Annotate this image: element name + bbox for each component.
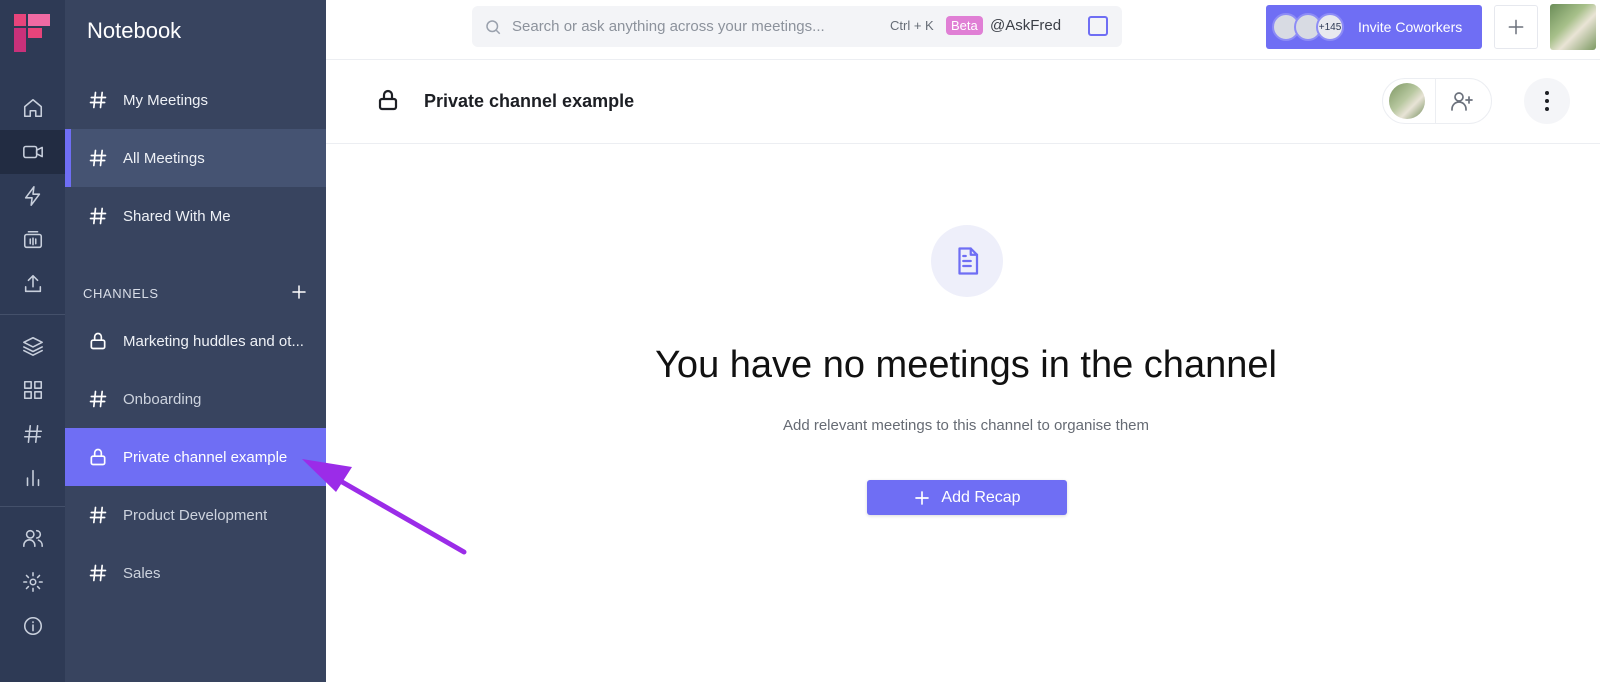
sidebar-item-label: All Meetings: [123, 149, 205, 167]
apps-grid-icon[interactable]: [0, 368, 65, 412]
hash-icon[interactable]: [0, 412, 65, 456]
channel-item-sales[interactable]: Sales: [65, 544, 326, 602]
hash-icon: [87, 388, 109, 410]
hash-icon: [87, 147, 109, 169]
video-icon[interactable]: [0, 130, 65, 174]
add-plus-button[interactable]: [1494, 5, 1538, 49]
coworker-avatar-stack: +145: [1272, 13, 1344, 41]
invite-coworkers-label: Invite Coworkers: [1358, 19, 1463, 35]
channel-item-label: Sales: [123, 564, 161, 582]
sidebar-item-label: My Meetings: [123, 91, 209, 109]
lightning-icon[interactable]: [0, 174, 65, 218]
channel-item-label: Product Development: [123, 506, 268, 524]
vertical-dots-icon: [1545, 89, 1549, 113]
fireflies-logo[interactable]: [14, 14, 50, 52]
search-input[interactable]: [512, 18, 872, 35]
add-member-icon[interactable]: [1450, 89, 1474, 113]
channel-item-label: Onboarding: [123, 390, 202, 408]
more-options-button[interactable]: [1524, 78, 1570, 124]
app-window: Notebook My Meetings All Meetings Shared…: [0, 0, 1600, 682]
channel-sidebar: Notebook My Meetings All Meetings Shared…: [65, 0, 326, 682]
add-channel-plus-icon[interactable]: [290, 283, 308, 304]
rail-divider: [0, 314, 65, 315]
icon-rail: [0, 0, 65, 682]
empty-state-subtitle: Add relevant meetings to this channel to…: [782, 417, 1150, 434]
more-coworkers-count: +145: [1316, 13, 1344, 41]
channel-header: Private channel example: [326, 60, 1600, 144]
member-avatar[interactable]: [1389, 83, 1425, 119]
invite-coworkers-button[interactable]: +145 Invite Coworkers: [1266, 5, 1482, 49]
hash-icon: [87, 562, 109, 584]
empty-state-title: You have no meetings in the channel: [655, 344, 1277, 386]
lock-icon: [87, 330, 109, 352]
hash-icon: [87, 504, 109, 526]
search-icon: [484, 18, 502, 36]
channels-header-label: CHANNELS: [83, 286, 159, 301]
lock-icon: [376, 88, 400, 112]
divider: [1435, 78, 1436, 124]
settings-icon[interactable]: [0, 560, 65, 604]
info-icon[interactable]: [0, 604, 65, 648]
add-recap-label: Add Recap: [941, 488, 1021, 506]
user-profile-avatar[interactable]: [1550, 4, 1596, 50]
soundbite-icon[interactable]: [0, 218, 65, 262]
hash-icon: [87, 89, 109, 111]
document-icon: [931, 225, 1003, 297]
sidebar-item-shared-with-me[interactable]: Shared With Me: [65, 187, 326, 245]
upload-icon[interactable]: [0, 262, 65, 306]
ask-fred-label: @AskFred: [990, 17, 1062, 34]
channels-header: CHANNELS: [83, 283, 308, 304]
channel-item-onboarding[interactable]: Onboarding: [65, 370, 326, 428]
global-search-bar[interactable]: Ctrl + K Beta @AskFred: [472, 6, 1122, 47]
add-recap-button[interactable]: Add Recap: [867, 480, 1067, 515]
hash-icon: [87, 205, 109, 227]
channel-item-product-development[interactable]: Product Development: [65, 486, 326, 544]
rail-divider: [0, 506, 65, 507]
search-shortcut-hint: Ctrl + K: [890, 18, 934, 33]
plus-icon: [915, 490, 930, 505]
bar-chart-icon[interactable]: [0, 456, 65, 500]
home-icon[interactable]: [0, 86, 65, 130]
beta-badge: Beta: [946, 16, 983, 35]
plus-icon: [1508, 19, 1524, 35]
ask-fred-checkbox[interactable]: [1088, 16, 1108, 36]
channel-item-private-channel-example[interactable]: Private channel example: [65, 428, 326, 486]
channel-members-control[interactable]: [1382, 78, 1492, 124]
channel-item-marketing-huddles[interactable]: Marketing huddles and ot...: [65, 312, 326, 370]
sidebar-item-label: Shared With Me: [123, 207, 231, 225]
channel-item-label: Marketing huddles and ot...: [123, 332, 304, 350]
sidebar-item-my-meetings[interactable]: My Meetings: [65, 71, 326, 129]
top-bar: Ctrl + K Beta @AskFred +145 Invite Cowor…: [326, 0, 1600, 60]
sidebar-title: Notebook: [87, 18, 182, 43]
layers-icon[interactable]: [0, 324, 65, 368]
lock-icon: [87, 446, 109, 468]
channel-title: Private channel example: [424, 91, 635, 111]
users-icon[interactable]: [0, 516, 65, 560]
channel-item-label: Private channel example: [123, 448, 288, 466]
sidebar-item-all-meetings[interactable]: All Meetings: [65, 129, 326, 187]
